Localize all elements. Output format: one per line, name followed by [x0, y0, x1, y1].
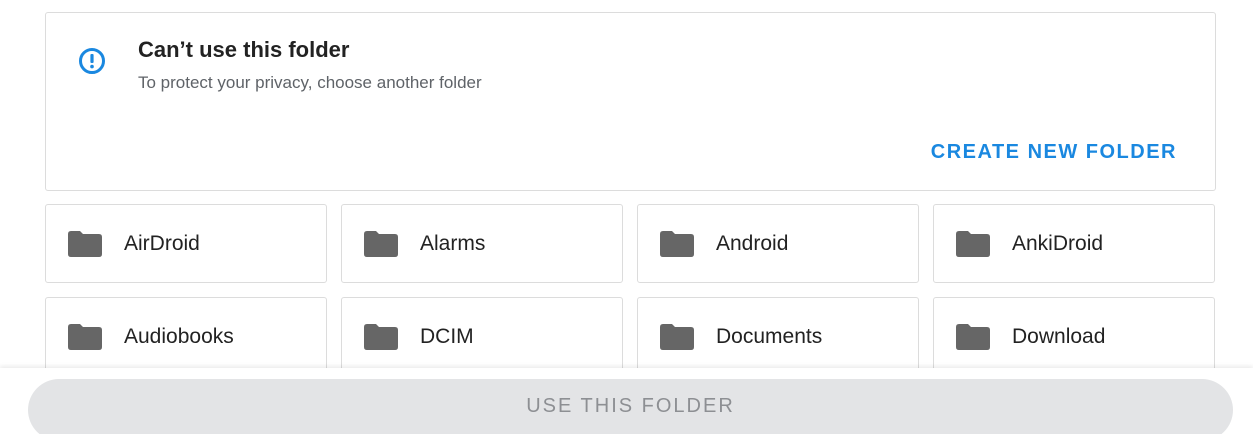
create-new-folder-button[interactable]: CREATE NEW FOLDER: [931, 141, 1177, 164]
privacy-notice-card: Can’t use this folder To protect your pr…: [45, 12, 1216, 191]
folder-item[interactable]: Audiobooks: [45, 297, 327, 376]
folder-name: Android: [716, 231, 789, 255]
folder-item[interactable]: AnkiDroid: [933, 204, 1215, 283]
info-circle-icon: [79, 48, 105, 74]
notice-title: Can’t use this folder: [138, 37, 350, 62]
folder-item[interactable]: Alarms: [341, 204, 623, 283]
use-this-folder-button[interactable]: USE THIS FOLDER: [28, 379, 1233, 434]
folder-item[interactable]: Android: [637, 204, 919, 283]
folder-icon: [364, 230, 398, 257]
folder-name: AirDroid: [124, 231, 200, 255]
folder-icon: [364, 323, 398, 350]
folder-icon: [68, 323, 102, 350]
folder-icon: [956, 323, 990, 350]
folder-icon: [956, 230, 990, 257]
folder-name: AnkiDroid: [1012, 231, 1104, 255]
folder-item[interactable]: AirDroid: [45, 204, 327, 283]
folder-name: Alarms: [420, 231, 486, 255]
folder-picker: Can’t use this folder To protect your pr…: [0, 0, 1253, 434]
notice-subtitle: To protect your privacy, choose another …: [138, 73, 482, 92]
folder-grid: AirDroid Alarms Android AnkiDroid Audiob…: [45, 204, 1216, 376]
folder-name: Download: [1012, 324, 1106, 348]
folder-item[interactable]: Documents: [637, 297, 919, 376]
folder-name: Audiobooks: [124, 324, 234, 348]
folder-icon: [68, 230, 102, 257]
folder-item[interactable]: DCIM: [341, 297, 623, 376]
folder-item[interactable]: Download: [933, 297, 1215, 376]
folder-name: DCIM: [420, 324, 474, 348]
folder-name: Documents: [716, 324, 823, 348]
folder-icon: [660, 230, 694, 257]
folder-icon: [660, 323, 694, 350]
